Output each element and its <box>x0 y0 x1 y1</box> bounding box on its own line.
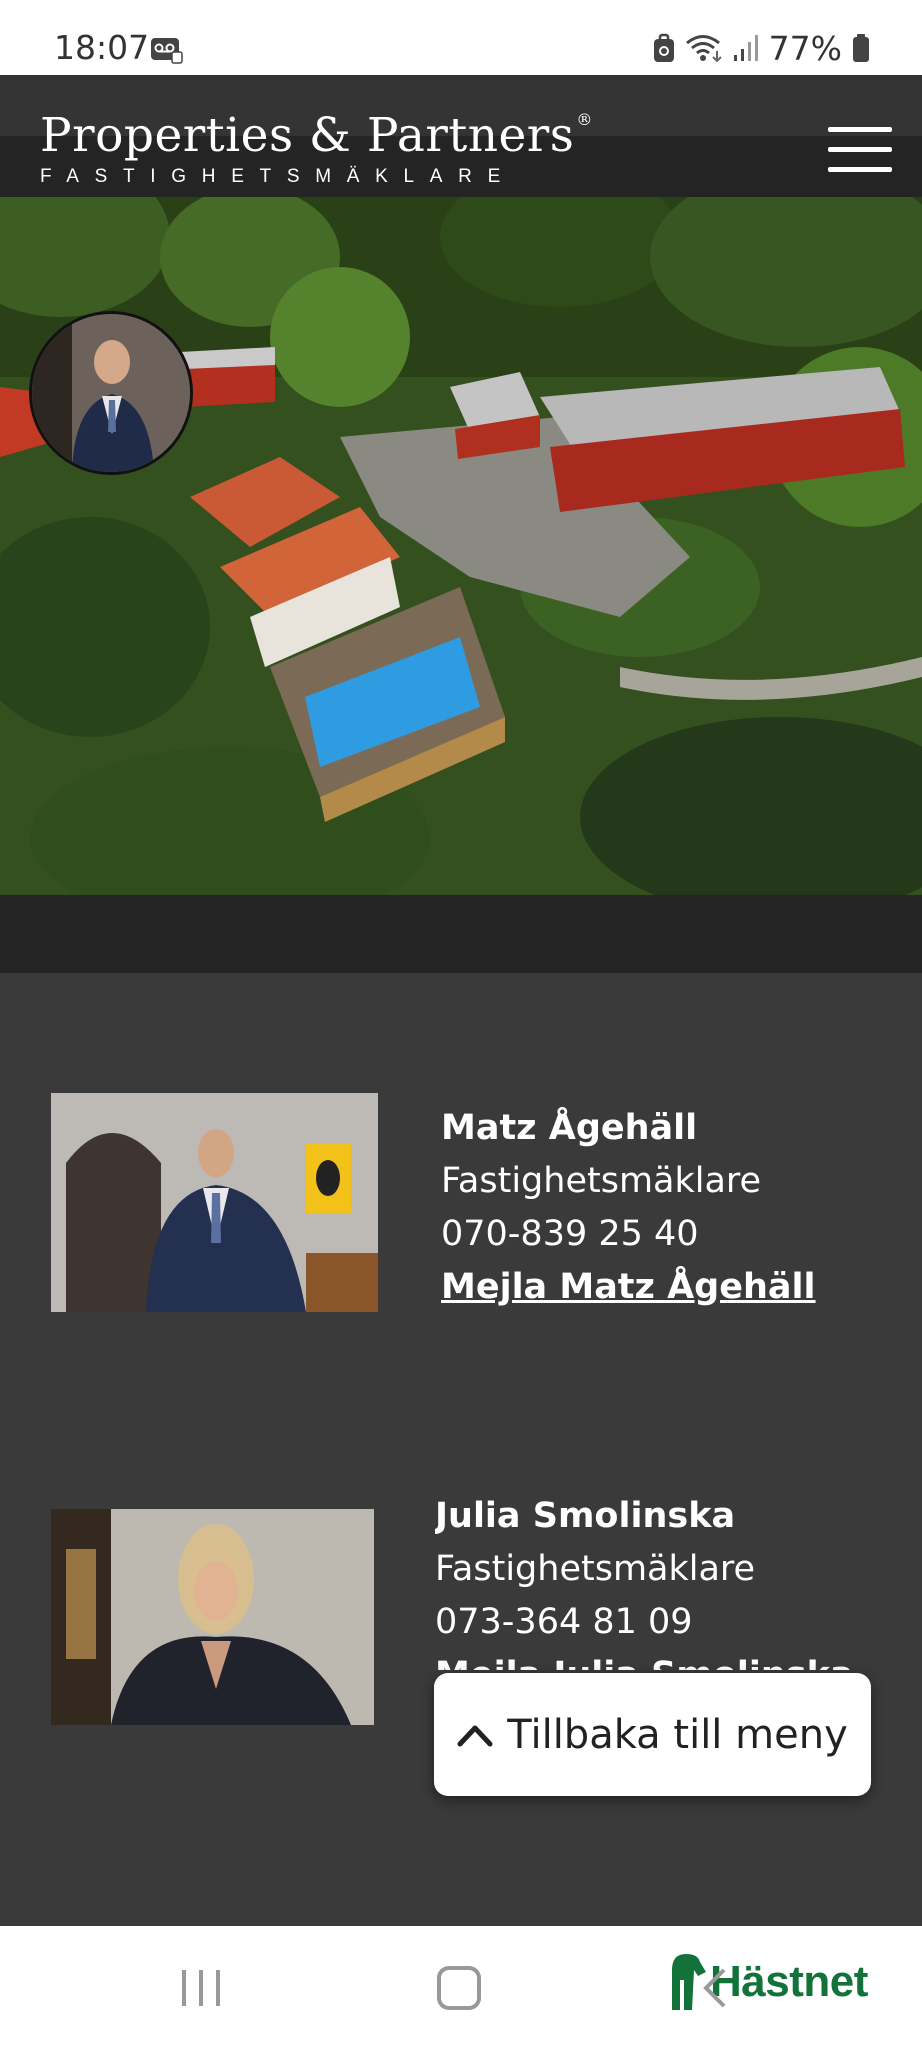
status-icons: 77% <box>653 28 870 68</box>
lock-icon <box>653 33 674 62</box>
voicemail-icon <box>151 38 183 64</box>
back-to-menu-label: Tillbaka till meny <box>507 1711 848 1758</box>
agent-email-link[interactable]: Mejla Julia Smolinska <box>435 1655 853 1670</box>
home-icon[interactable] <box>437 1966 481 2010</box>
agent-title: Fastighetsmäklare <box>435 1549 756 1589</box>
agent-title: Fastighetsmäklare <box>441 1161 762 1201</box>
logo-title: Properties & Partners ® <box>40 108 593 163</box>
hastnet-logo[interactable]: Hästnet <box>668 1950 868 2010</box>
agent-name: Julia Smolinska <box>435 1496 736 1536</box>
avatar-portrait <box>32 314 190 472</box>
back-to-menu-button[interactable]: Tillbaka till meny <box>434 1673 871 1796</box>
agent-phone[interactable]: 073-364 81 09 <box>435 1596 853 1649</box>
agent-name: Matz Ågehäll <box>441 1108 698 1148</box>
site-logo[interactable]: Properties & Partners ® FASTIGHETSMÄKLARE <box>40 108 593 187</box>
hastnet-brand: Hästnet <box>710 1957 868 2006</box>
wifi-icon <box>685 35 722 63</box>
hero-image <box>0 197 922 895</box>
agent-info: Matz Ågehäll Fastighetsmäklare 070-839 2… <box>441 1102 816 1314</box>
property-aerial-image <box>0 197 922 895</box>
agent-photo <box>51 1509 374 1725</box>
signal-icon <box>733 35 758 61</box>
status-time: 18:07 <box>54 28 150 67</box>
battery-icon <box>853 34 869 62</box>
battery-percent: 77% <box>768 28 842 68</box>
hamburger-menu-icon[interactable] <box>828 127 892 181</box>
recent-apps-icon[interactable] <box>178 1966 224 2010</box>
back-icon[interactable] <box>700 1964 730 2012</box>
logo-subtitle: FASTIGHETSMÄKLARE <box>40 166 516 187</box>
agent-photo <box>51 1093 378 1312</box>
agent-info: Julia Smolinska Fastighetsmäklare 073-36… <box>435 1490 853 1670</box>
status-bar: 18:07 77% <box>0 0 922 75</box>
agent-phone[interactable]: 070-839 25 40 <box>441 1208 816 1261</box>
agent-avatar[interactable] <box>29 311 193 475</box>
chevron-up-icon <box>457 1725 493 1746</box>
agent-email-link[interactable]: Mejla Matz Ågehäll <box>441 1267 816 1307</box>
system-nav-bar: Hästnet <box>0 1926 922 2048</box>
header-strip <box>0 895 922 973</box>
